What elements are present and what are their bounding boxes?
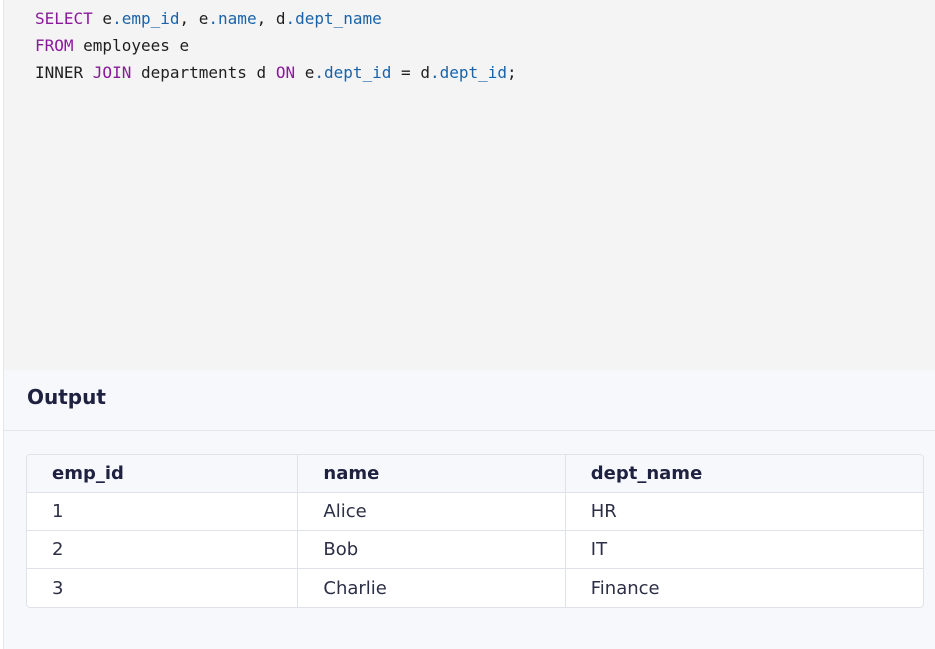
sql-keyword: JOIN bbox=[92, 63, 132, 82]
code-line: INNER JOIN departments d ON e.dept_id = … bbox=[35, 59, 517, 86]
code-line: SELECT e.emp_id, e.name, d.dept_name bbox=[35, 5, 517, 32]
table-row: 2 Bob IT bbox=[27, 531, 923, 569]
sql-keyword: ON bbox=[275, 63, 296, 82]
sql-keyword: FROM bbox=[35, 36, 74, 55]
sql-text: INNER bbox=[35, 63, 93, 82]
sql-text: , d bbox=[256, 9, 286, 28]
sql-column-ref: .name bbox=[208, 9, 257, 28]
column-header-name: name bbox=[298, 455, 566, 493]
column-header-emp-id: emp_id bbox=[27, 455, 299, 493]
sql-text: employees e bbox=[73, 36, 190, 55]
sql-column-ref: .dept_id bbox=[429, 63, 508, 82]
sql-text: e bbox=[295, 63, 315, 82]
sql-text: , e bbox=[179, 9, 209, 28]
cell-emp-id: 3 bbox=[27, 569, 299, 607]
cell-name: Charlie bbox=[298, 569, 566, 607]
cell-emp-id: 1 bbox=[27, 493, 299, 531]
sql-text: e bbox=[92, 9, 113, 28]
sql-text: = d bbox=[391, 63, 430, 82]
sql-column-ref: .dept_id bbox=[314, 63, 392, 82]
output-header: Output bbox=[4, 370, 935, 431]
sql-text: ; bbox=[507, 63, 517, 82]
sql-keyword: SELECT bbox=[35, 9, 93, 28]
cell-name: Alice bbox=[298, 493, 566, 531]
table-row: 3 Charlie Finance bbox=[27, 569, 923, 607]
cell-dept-name: HR bbox=[565, 493, 923, 531]
sql-code[interactable]: SELECT e.emp_id, e.name, d.dept_name FROM… bbox=[35, 5, 517, 86]
table-row: 1 Alice HR bbox=[27, 493, 923, 531]
column-header-dept-name: dept_name bbox=[565, 455, 923, 493]
table-header-row: emp_id name dept_name bbox=[27, 455, 923, 493]
sql-column-ref: .emp_id bbox=[112, 9, 180, 28]
cell-name: Bob bbox=[298, 531, 566, 569]
code-editor[interactable]: SELECT e.emp_id, e.name, d.dept_name FROM… bbox=[4, 0, 935, 370]
code-line: FROM employees e bbox=[35, 32, 517, 59]
output-panel: emp_id name dept_name 1 Alice HR 2 Bob I… bbox=[4, 431, 935, 649]
sql-text: departments d bbox=[131, 63, 276, 82]
cell-dept-name: Finance bbox=[590, 577, 660, 599]
output-title: Output bbox=[27, 385, 106, 409]
result-table: emp_id name dept_name 1 Alice HR 2 Bob I… bbox=[26, 454, 924, 608]
cell-emp-id: 2 bbox=[27, 531, 299, 569]
sql-column-ref: .dept_name bbox=[285, 9, 382, 28]
cell-dept-name: IT bbox=[565, 531, 923, 569]
